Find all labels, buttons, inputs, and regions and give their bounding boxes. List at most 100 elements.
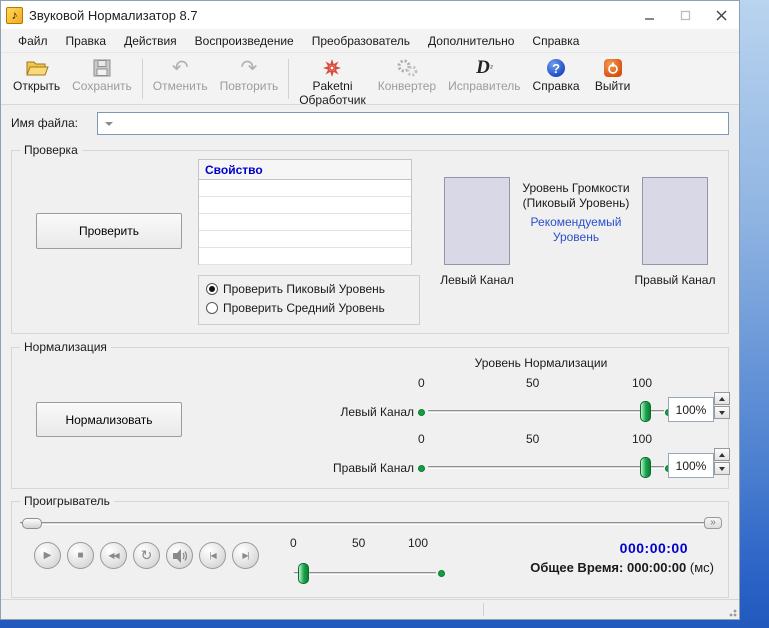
next-button[interactable]: ▶| [232,542,259,569]
table-row [199,231,411,248]
check-button[interactable]: Проверить [36,213,182,249]
menu-playback[interactable]: Воспроизведение [186,31,303,51]
batch-gear-icon [322,57,342,79]
radio-selected-icon[interactable] [206,283,218,295]
question-mark-icon: ? [547,59,565,77]
converter-label: Конвертер [378,80,436,93]
volume-button[interactable] [166,542,193,569]
right-level-slider-track[interactable] [428,466,664,469]
status-separator [483,603,484,616]
previous-button[interactable]: |◀ [199,542,226,569]
open-button[interactable]: Открыть [7,56,66,94]
right-level-slider-handle[interactable] [640,457,651,478]
total-time-value: 000:00:00 [627,560,686,575]
property-table-header: Свойство [199,160,411,180]
right-channel-label: Правый Канал [612,273,738,287]
seek-end-button[interactable]: » [704,517,722,529]
filename-row: Имя файла: [11,111,729,135]
play-button[interactable]: ▶ [34,542,61,569]
right-level-spin-down[interactable] [714,462,730,475]
left-channel-label: Левый Канал [414,273,540,287]
gears-icon [395,57,419,79]
window-title: Звуковой Нормализатор 8.7 [29,8,198,23]
total-time-row: Общее Время: 000:00:00 (мс) [414,560,714,575]
normalize-button[interactable]: Нормализовать [36,402,182,437]
radio-unselected-icon[interactable] [206,302,218,314]
undo-label: Отменить [153,80,208,93]
save-label: Сохранить [72,80,132,93]
total-time-unit: (мс) [690,560,714,575]
left-level-spin-down[interactable] [714,406,730,419]
right-level-value[interactable]: 100% [668,453,714,478]
left-level-slider-handle[interactable] [640,401,651,422]
batch-label-line2: Обработчик [299,94,366,107]
total-time-label: Общее Время: [530,560,623,575]
fixer-sup-glyph: ² [490,63,493,73]
seek-bar[interactable]: » [20,516,722,531]
right-level-spin-up[interactable] [714,448,730,461]
undo-icon: ↶ [172,57,189,79]
fixer-button[interactable]: D² Исправитель [442,56,526,94]
exit-button[interactable]: Выйти [586,56,640,94]
recommended-level-line1: Рекомендуемый [510,215,642,230]
maximize-icon [680,10,691,21]
seek-track[interactable] [20,522,722,525]
app-icon: ♪ [6,7,23,24]
help-button[interactable]: ? Справка [527,56,586,94]
radio-average-label: Проверить Средний Уровень [223,301,385,315]
radio-peak-level[interactable]: Проверить Пиковый Уровень [206,282,412,296]
table-row [199,197,411,214]
meter-caption: Уровень Громкости (Пиковый Уровень) Реко… [510,181,642,245]
skip-start-icon: |◀ [209,551,215,560]
close-icon [716,10,727,21]
table-row [199,214,411,231]
right-channel-meter [642,177,708,265]
stop-button[interactable]: ■ [67,542,94,569]
fixer-d-icon: D² [476,57,492,79]
redo-icon: ↷ [241,57,258,79]
volume-slider-handle[interactable] [298,563,309,584]
down-arrow-icon [719,411,725,415]
repeat-button[interactable]: ↻ [133,542,160,569]
property-table: Свойство [198,159,412,265]
chevron-down-icon[interactable] [105,122,113,126]
maximize-button[interactable] [667,1,703,29]
batch-processor-button[interactable]: Paketni Обработчик [293,56,372,108]
play-icon: ▶ [44,550,52,561]
left-level-value[interactable]: 100% [668,397,714,422]
menu-file[interactable]: Файл [9,31,57,51]
save-button[interactable]: Сохранить [66,56,138,94]
player-group: Проигрыватель » ▶ ■ ◀◀ ↻ |◀ ▶| 0 50 [11,501,729,598]
slider-start-dot [418,465,425,472]
check-group: Проверка Проверить Свойство Проверить Пи… [11,150,729,334]
left-level-slider-track[interactable] [428,410,664,413]
scale-0: 0 [418,432,425,446]
normalize-right-label: Правый Канал [308,461,414,475]
menu-help[interactable]: Справка [523,31,588,51]
exit-power-icon [604,57,622,79]
fixer-d-glyph: D [476,57,490,79]
check-group-title: Проверка [20,143,82,157]
seek-handle[interactable] [22,518,42,529]
menu-actions[interactable]: Действия [115,31,186,51]
minimize-button[interactable] [631,1,667,29]
rewind-icon: ◀◀ [108,551,118,560]
filename-combobox[interactable] [97,112,729,135]
scale-100: 100 [632,376,652,390]
filename-input[interactable] [116,114,727,133]
menu-extra[interactable]: Дополнительно [419,31,523,51]
radio-average-level[interactable]: Проверить Средний Уровень [206,301,412,315]
undo-button[interactable]: ↶ Отменить [147,56,214,94]
normalize-group-title: Нормализация [20,340,111,354]
menu-converter[interactable]: Преобразователь [303,31,419,51]
open-folder-icon [25,57,49,79]
player-buttons: ▶ ■ ◀◀ ↻ |◀ ▶| [34,542,259,569]
filename-label: Имя файла: [11,116,97,130]
converter-button[interactable]: Конвертер [372,56,442,94]
resize-grip-icon[interactable] [725,605,737,617]
close-button[interactable] [703,1,739,29]
rewind-button[interactable]: ◀◀ [100,542,127,569]
redo-button[interactable]: ↷ Повторить [214,56,285,94]
left-level-spin-up[interactable] [714,392,730,405]
menu-edit[interactable]: Правка [57,31,116,51]
